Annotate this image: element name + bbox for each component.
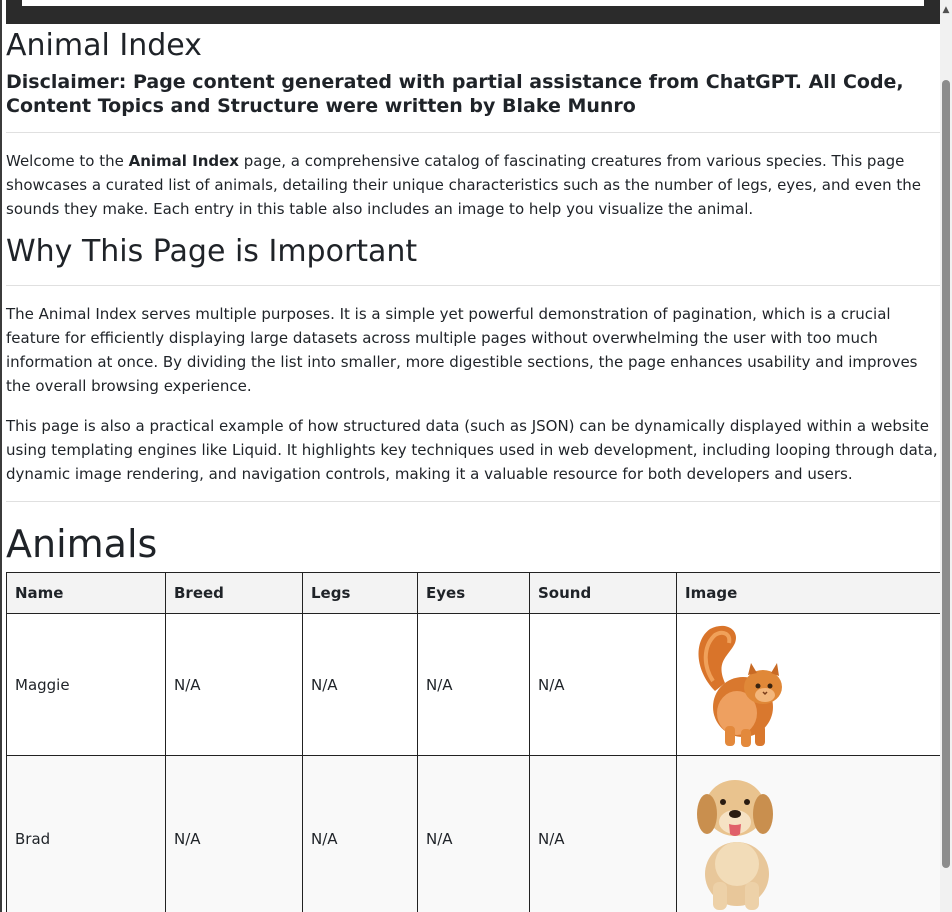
cell-legs: N/A [302,613,418,756]
cell-legs: N/A [302,755,418,912]
window-left-edge [0,0,2,912]
why-paragraph-2: This page is also a practical example of… [6,417,938,483]
table-header-row: Name Breed Legs Eyes Sound Image [6,572,941,614]
why-heading: Why This Page is Important [6,234,418,269]
divider [6,132,940,133]
cell-sound: N/A [529,755,677,912]
disclaimer-heading: Disclaimer: Page content generated with … [6,71,904,117]
intro-prefix: Welcome to the [6,152,129,170]
cell-eyes: N/A [417,613,530,756]
page-content: Animal Index Disclaimer: Page content ge… [6,26,941,912]
cell-sound: N/A [529,613,677,756]
cell-eyes: N/A [417,755,530,912]
dog-image [697,779,773,910]
browser-viewport: Animal Index Disclaimer: Page content ge… [0,0,952,912]
divider [6,501,940,502]
column-header-legs: Legs [302,572,418,614]
vertical-scrollbar[interactable]: ▲ [940,0,952,912]
cell-breed: N/A [165,755,303,912]
animals-table: Name Breed Legs Eyes Sound Image Maggie … [6,572,941,912]
divider [6,285,940,286]
scroll-up-arrow-icon[interactable]: ▲ [941,4,951,16]
column-header-image: Image [676,572,941,614]
why-paragraph-1: The Animal Index serves multiple purpose… [6,305,918,395]
cell-image [676,613,941,756]
column-header-sound: Sound [529,572,677,614]
intro-bold: Animal Index [128,152,239,170]
cell-name: Brad [6,755,166,912]
navbar-inner [22,0,924,6]
column-header-name: Name [6,572,166,614]
page-title: Animal Index [6,28,202,63]
column-header-breed: Breed [165,572,303,614]
table-row: Maggie N/A N/A N/A N/A [6,613,941,756]
column-header-eyes: Eyes [417,572,530,614]
scrollbar-thumb[interactable] [942,80,950,868]
cell-image [676,755,941,912]
top-navbar [6,0,940,24]
cell-breed: N/A [165,613,303,756]
animals-heading: Animals [6,522,158,566]
cell-name: Maggie [6,613,166,756]
table-row: Brad N/A N/A N/A N/A [6,755,941,912]
cat-image [698,625,782,747]
intro-paragraph: Welcome to the Animal Index page, a comp… [6,149,940,221]
